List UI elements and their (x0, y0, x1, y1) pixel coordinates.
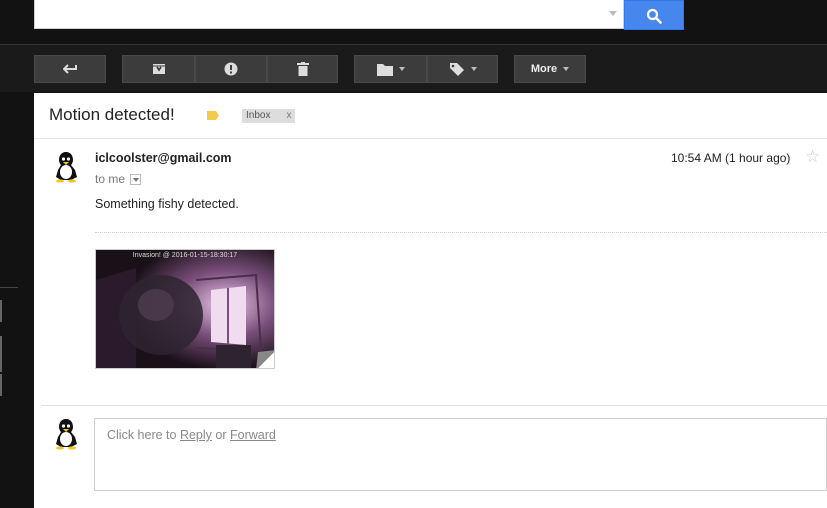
delete-button[interactable] (267, 55, 338, 83)
attachment-caption: Invasion! @ 2016-01-15-18:30:17 (132, 252, 238, 259)
attachment-photo (96, 250, 274, 368)
labels-button[interactable] (427, 55, 498, 83)
archive-button[interactable] (122, 55, 195, 83)
search-button[interactable] (624, 0, 684, 30)
nav-tick (0, 336, 2, 372)
sender-email[interactable]: iclcoolster@gmail.com (95, 151, 232, 165)
star-icon[interactable]: ☆ (805, 148, 820, 165)
folder-icon (376, 63, 393, 76)
nav-tick (0, 300, 2, 322)
arrow-back-icon (63, 64, 77, 74)
reply-or: or (211, 428, 230, 442)
search-icon (646, 8, 662, 24)
reply-prompt: Click here to Reply or Forward (107, 428, 276, 442)
message-subject: Motion detected! (49, 105, 175, 124)
top-bar (0, 0, 827, 45)
header-divider (34, 138, 827, 139)
remove-label-button[interactable]: x (286, 109, 291, 123)
show-details-button[interactable] (130, 173, 142, 185)
message-time: 10:54 AM (1 hour ago) (671, 151, 791, 165)
reply-prefix: Click here to (107, 428, 180, 442)
message-divider (41, 405, 827, 406)
move-to-button[interactable] (354, 55, 427, 83)
report-spam-button[interactable] (195, 55, 267, 83)
chevron-down-icon (398, 67, 405, 71)
search-options-caret-icon[interactable] (609, 11, 617, 16)
nav-divider (0, 287, 18, 288)
inbox-chip-label: Inbox (246, 110, 271, 121)
chevron-down-icon (563, 67, 570, 71)
message-view: Motion detected! Inbox x iclcoolster@gma… (34, 93, 827, 508)
attachment-thumbnail[interactable]: Invasion! @ 2016-01-15-18:30:17 (95, 249, 275, 369)
left-nav-strip (0, 92, 34, 508)
reply-box[interactable]: Click here to Reply or Forward (94, 418, 827, 491)
inbox-label-chip: Inbox x (242, 109, 296, 123)
more-label: More (530, 63, 558, 75)
sender-avatar (56, 152, 77, 183)
more-button[interactable]: More (514, 55, 586, 83)
search-input[interactable] (34, 0, 624, 29)
exclamation-icon (224, 62, 238, 76)
toolbar: More (0, 45, 827, 92)
recipients: to me (95, 172, 142, 186)
nav-tick (0, 374, 2, 396)
forward-link[interactable]: Forward (230, 428, 276, 442)
archive-icon (152, 64, 165, 74)
attachment-divider (95, 232, 827, 233)
trash-icon (296, 62, 309, 76)
my-avatar (56, 419, 77, 450)
message-body: Something fishy detected. (95, 197, 239, 211)
label-importance-icon[interactable] (207, 111, 219, 120)
recipients-label: to me (95, 172, 126, 186)
chevron-down-icon (470, 67, 477, 71)
back-to-inbox-button[interactable] (34, 55, 106, 83)
reply-link[interactable]: Reply (180, 428, 212, 442)
tag-icon (449, 63, 464, 76)
